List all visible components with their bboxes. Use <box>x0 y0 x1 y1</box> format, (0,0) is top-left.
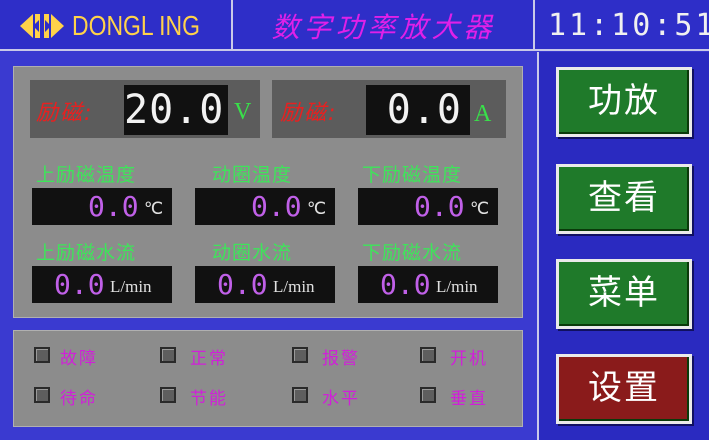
horizontal-label: 水平 <box>322 389 360 409</box>
coil-flow-value: 0.0 <box>217 268 268 301</box>
lower-excitation-flow-value: 0.0 <box>380 268 431 301</box>
normal-label: 正常 <box>190 349 228 369</box>
fault-indicator <box>34 347 50 363</box>
excitation-voltage-label: 励磁: <box>36 101 94 126</box>
dongling-logo-icon <box>20 14 64 38</box>
excitation-current-unit: A <box>474 101 492 127</box>
brand-name: DONGL ING <box>72 10 200 41</box>
view-button[interactable]: 查看 <box>556 164 692 234</box>
excitation-current-value: 0.0 <box>366 85 470 135</box>
lower-excitation-temp-value: 0.0 <box>414 190 465 223</box>
lower-excitation-flow-display: 0.0 L/min <box>358 266 498 303</box>
upper-excitation-temp-label: 上励磁温度 <box>36 164 137 186</box>
power-on-indicator <box>420 347 436 363</box>
coil-flow-display: 0.0 L/min <box>195 266 335 303</box>
settings-button[interactable]: 设置 <box>556 354 692 424</box>
lower-excitation-flow-label: 下励磁水流 <box>362 242 463 264</box>
upper-excitation-flow-unit: L/min <box>110 277 152 296</box>
alarm-label: 报警 <box>322 349 360 369</box>
upper-excitation-temp-unit: ℃ <box>144 199 164 218</box>
coil-flow-unit: L/min <box>273 277 315 296</box>
lower-excitation-temp-unit: ℃ <box>470 199 490 218</box>
excitation-voltage-value: 20.0 <box>124 85 228 135</box>
lower-excitation-temp-label: 下励磁温度 <box>362 164 463 186</box>
upper-excitation-flow-value: 0.0 <box>54 268 105 301</box>
upper-excitation-flow-display: 0.0 L/min <box>32 266 172 303</box>
vertical-label: 垂直 <box>450 389 488 409</box>
page-title: 数字功率放大器 <box>271 11 496 44</box>
standby-label: 待命 <box>60 389 98 409</box>
coil-temp-value: 0.0 <box>251 190 302 223</box>
coil-flow-label: 动圈水流 <box>212 242 293 264</box>
upper-excitation-flow-label: 上励磁水流 <box>36 242 137 264</box>
vertical-indicator <box>420 387 436 403</box>
clock-display: 11:10:51 <box>548 8 709 43</box>
upper-excitation-temp-value: 0.0 <box>88 190 139 223</box>
normal-indicator <box>160 347 176 363</box>
upper-excitation-temp-display: 0.0 ℃ <box>32 188 172 225</box>
coil-temp-unit: ℃ <box>307 199 327 218</box>
standby-indicator <box>34 387 50 403</box>
energy-saving-indicator <box>160 387 176 403</box>
lower-excitation-temp-display: 0.0 ℃ <box>358 188 498 225</box>
menu-button[interactable]: 菜单 <box>556 259 692 329</box>
excitation-current-label: 励磁: <box>280 101 338 126</box>
header-divider <box>0 49 709 51</box>
amplifier-button[interactable]: 功放 <box>556 67 692 137</box>
power-on-label: 开机 <box>450 349 488 369</box>
alarm-indicator <box>292 347 308 363</box>
lower-excitation-flow-unit: L/min <box>436 277 478 296</box>
energy-saving-label: 节能 <box>190 389 228 409</box>
excitation-voltage-unit: V <box>234 99 252 125</box>
horizontal-indicator <box>292 387 308 403</box>
coil-temp-label: 动圈温度 <box>212 164 293 186</box>
fault-label: 故障 <box>60 349 98 369</box>
coil-temp-display: 0.0 ℃ <box>195 188 335 225</box>
